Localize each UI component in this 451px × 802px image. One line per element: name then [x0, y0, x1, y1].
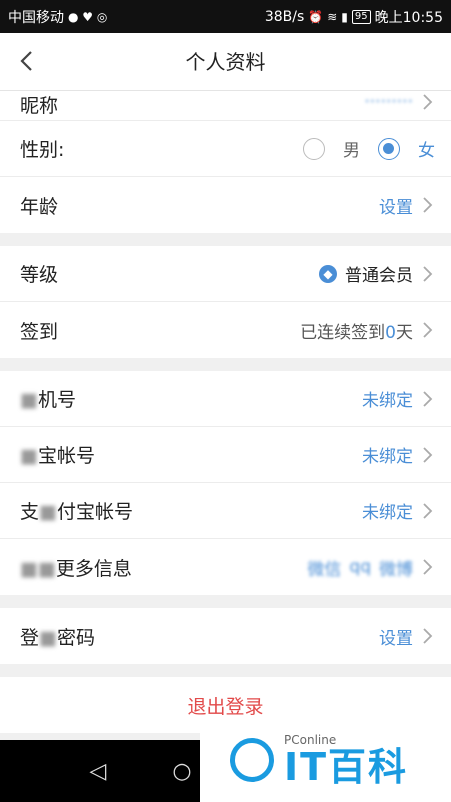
- phone-label-text: 机号: [37, 389, 76, 411]
- pconline-logo-icon: [230, 738, 274, 782]
- section-divider: [0, 664, 451, 677]
- female-label: 女: [418, 141, 435, 161]
- taobao-label-text: 宝帐号: [37, 445, 95, 467]
- network-speed: 38B/s: [264, 8, 305, 25]
- nickname-value: ·········: [364, 92, 413, 112]
- chevron-right-icon: [421, 556, 435, 578]
- age-value: 设置: [379, 197, 413, 218]
- chevron-right-icon: [421, 319, 435, 341]
- password-label-a: 登: [20, 626, 40, 649]
- female-radio[interactable]: [378, 137, 400, 160]
- section-divider: [0, 358, 451, 371]
- alipay-label-a: 支: [20, 501, 40, 523]
- chevron-right-icon: [421, 500, 435, 522]
- signal-icon: ▮: [341, 9, 348, 24]
- taobao-value: 未绑定: [362, 447, 413, 467]
- accounts-group: ■机号 未绑定 ■宝帐号 未绑定 支■付宝帐号 未绑定 ■■更多信息 微信 qq…: [0, 371, 451, 595]
- password-label-b: 密码: [56, 626, 95, 649]
- carrier-name: 中国移动: [8, 9, 64, 26]
- phone-row[interactable]: ■机号 未绑定: [0, 371, 451, 427]
- level-value: 普通会员: [345, 266, 413, 286]
- section-divider: [0, 233, 451, 246]
- gender-male-option[interactable]: 男: [303, 136, 360, 161]
- alipay-label-b: 付宝帐号: [56, 501, 133, 523]
- chevron-right-icon: [421, 263, 435, 285]
- nickname-row[interactable]: 昵称 ·········: [0, 91, 451, 121]
- checkin-prefix: 已连续签到: [300, 322, 386, 343]
- chevron-right-icon: [421, 388, 435, 410]
- age-label: 年龄: [20, 195, 59, 218]
- checkin-value: 已连续签到0天: [300, 318, 413, 343]
- nav-home-icon[interactable]: ○: [162, 759, 202, 784]
- male-label: 男: [343, 141, 360, 161]
- password-row[interactable]: 登■密码 设置: [0, 608, 451, 664]
- page-title: 个人资料: [185, 50, 266, 74]
- battery-icon: 95: [351, 9, 371, 24]
- level-label: 等级: [20, 264, 59, 286]
- gender-female-option[interactable]: 女: [378, 136, 435, 161]
- alipay-row[interactable]: 支■付宝帐号 未绑定: [0, 483, 451, 539]
- alipay-label: 支■付宝帐号: [20, 501, 133, 523]
- phone-value: 未绑定: [362, 391, 413, 411]
- level-group: 等级 ◆ 普通会员 签到 已连续签到0天: [0, 246, 451, 358]
- more-info-wechat: 微信: [307, 559, 342, 580]
- checkin-label: 签到: [20, 320, 59, 343]
- security-group: 登■密码 设置: [0, 608, 451, 664]
- age-row[interactable]: 年龄 设置: [0, 177, 451, 233]
- chevron-right-icon: [421, 444, 435, 466]
- level-row[interactable]: 等级 ◆ 普通会员: [0, 246, 451, 302]
- more-info-label-text: 更多信息: [55, 557, 132, 580]
- taobao-label: ■宝帐号: [20, 445, 95, 467]
- clock: 晚上10:55: [374, 9, 443, 26]
- member-badge-icon: ◆: [319, 264, 337, 283]
- section-divider: [0, 595, 451, 608]
- more-info-weibo: 微博: [379, 559, 413, 580]
- chevron-right-icon: [421, 625, 435, 647]
- male-radio[interactable]: [303, 137, 325, 160]
- password-label: 登■密码: [20, 626, 95, 649]
- checkin-row[interactable]: 签到 已连续签到0天: [0, 302, 451, 358]
- header-bar: 个人资料: [0, 33, 451, 91]
- checkin-days: 0: [385, 322, 396, 343]
- gender-row: 性别: 男 女: [0, 121, 451, 177]
- notification-icons: ● ♥ ◎: [68, 9, 108, 24]
- gender-label: 性别:: [20, 139, 65, 161]
- more-info-row[interactable]: ■■更多信息 微信 qq 微博: [0, 539, 451, 595]
- more-info-qq: qq: [349, 557, 371, 577]
- wifi-icon: ≋: [327, 9, 338, 24]
- password-value: 设置: [379, 628, 413, 649]
- status-bar: 中国移动 ● ♥ ◎ 38B/s ⏰ ≋ ▮ 95 晚上10:55: [0, 0, 451, 33]
- chevron-right-icon: [421, 91, 435, 113]
- chevron-right-icon: [421, 194, 435, 216]
- watermark: PConline IT百科: [200, 718, 451, 802]
- nav-back-icon[interactable]: ◁: [78, 759, 118, 784]
- checkin-suffix: 天: [396, 322, 413, 343]
- basic-info-group: 昵称 ········· 性别: 男 女 年龄 设置: [0, 91, 451, 233]
- profile-content: 昵称 ········· 性别: 男 女 年龄 设置 等级 ◆ 普通会员 签到 …: [0, 91, 451, 740]
- phone-label: ■机号: [20, 389, 76, 411]
- nickname-label: 昵称: [20, 95, 59, 117]
- alipay-value: 未绑定: [362, 503, 413, 523]
- more-info-label: ■■更多信息: [20, 557, 132, 580]
- taobao-row[interactable]: ■宝帐号 未绑定: [0, 427, 451, 483]
- alarm-icon: ⏰: [308, 9, 324, 24]
- watermark-big-text: IT百科: [284, 745, 409, 789]
